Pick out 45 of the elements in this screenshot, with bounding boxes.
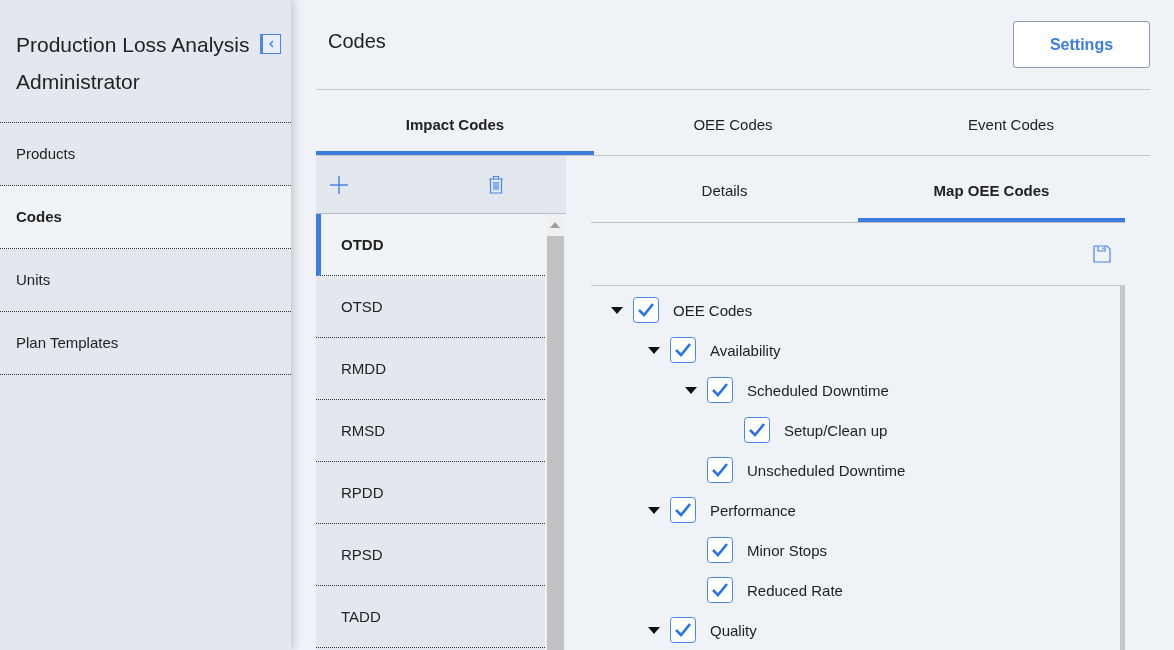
checkbox[interactable] bbox=[744, 417, 770, 443]
page-title: Codes bbox=[327, 30, 386, 53]
tree-label: Unscheduled Downtime bbox=[747, 461, 906, 479]
tab[interactable]: Event Codes bbox=[872, 90, 1150, 155]
trash-icon[interactable] bbox=[488, 175, 504, 194]
settings-button[interactable]: Settings bbox=[1013, 21, 1150, 68]
code-item[interactable]: RPDD bbox=[316, 462, 545, 524]
sidebar-item[interactable]: Units bbox=[0, 249, 291, 312]
tree-label: Quality bbox=[710, 621, 757, 639]
collapse-arrow-icon[interactable] bbox=[611, 306, 623, 314]
code-item[interactable]: RMDD bbox=[316, 338, 545, 400]
tab[interactable]: OEE Codes bbox=[594, 90, 872, 155]
checkbox[interactable] bbox=[707, 537, 733, 563]
collapse-icon[interactable] bbox=[260, 34, 281, 54]
tree-label: Minor Stops bbox=[747, 541, 828, 559]
sidebar-item[interactable]: Plan Templates bbox=[0, 312, 291, 375]
collapse-arrow-icon[interactable] bbox=[685, 386, 697, 394]
code-item[interactable]: OTDD bbox=[316, 214, 545, 276]
save-icon[interactable] bbox=[1093, 245, 1111, 263]
code-item[interactable]: TADD bbox=[316, 586, 545, 648]
tree-label: Performance bbox=[710, 501, 796, 519]
code-item[interactable]: RMSD bbox=[316, 400, 545, 462]
checkbox[interactable] bbox=[707, 457, 733, 483]
checkbox[interactable] bbox=[707, 377, 733, 403]
checkbox[interactable] bbox=[633, 297, 659, 323]
tree-label: Scheduled Downtime bbox=[747, 381, 889, 399]
checkbox[interactable] bbox=[670, 337, 696, 363]
tab[interactable]: Details bbox=[591, 161, 858, 222]
checkbox[interactable] bbox=[670, 617, 696, 643]
scrollbar[interactable] bbox=[547, 214, 564, 650]
collapse-arrow-icon[interactable] bbox=[648, 506, 660, 514]
tree-label: OEE Codes bbox=[673, 301, 753, 319]
tree-label: Availability bbox=[710, 341, 781, 359]
code-item[interactable]: OTSD bbox=[316, 276, 545, 338]
tree-label: Setup/Clean up bbox=[784, 421, 888, 439]
sidebar-item[interactable]: Codes bbox=[0, 186, 291, 249]
checkbox[interactable] bbox=[670, 497, 696, 523]
tree-label: Reduced Rate bbox=[747, 581, 843, 599]
checkbox[interactable] bbox=[707, 577, 733, 603]
collapse-arrow-icon[interactable] bbox=[648, 346, 660, 354]
app-title: Production Loss Analysis Administrator bbox=[16, 32, 251, 95]
tab[interactable]: Map OEE Codes bbox=[858, 161, 1125, 222]
scroll-up-icon[interactable] bbox=[550, 222, 560, 228]
code-item[interactable]: RPSD bbox=[316, 524, 545, 586]
collapse-arrow-icon[interactable] bbox=[648, 626, 660, 634]
